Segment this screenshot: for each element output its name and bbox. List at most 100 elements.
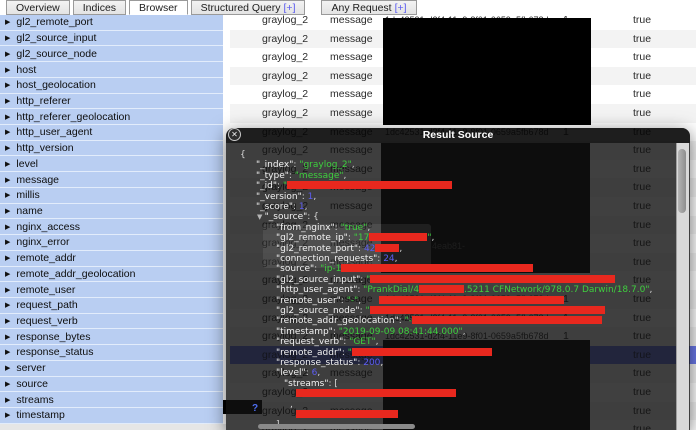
json-punct: , xyxy=(399,244,402,254)
question-mark-icon: ? xyxy=(252,403,258,414)
sidebar-field-remote_addr[interactable]: ▶ remote_addr xyxy=(0,251,223,267)
tab-label: Browser xyxy=(139,2,178,14)
sidebar-field-response_bytes[interactable]: ▶response_bytes xyxy=(0,329,223,345)
expand-triangle-icon[interactable]: ▶ xyxy=(5,238,10,246)
expand-triangle-icon[interactable]: ▶ xyxy=(5,81,10,89)
expand-triangle-icon[interactable]: ▶ xyxy=(5,317,10,325)
sidebar-field-gl2_remote_port[interactable]: ▶ gl2_remote_port xyxy=(0,15,223,31)
field-name: name xyxy=(16,205,42,217)
sidebar-field-request_path[interactable]: ▶request_path xyxy=(0,298,223,314)
sidebar-field-nginx_access[interactable]: ▶nginx_access xyxy=(0,219,223,235)
tab-label: Overview xyxy=(16,2,60,14)
cell-type: message xyxy=(330,48,373,67)
expand-triangle-icon[interactable]: ▶ xyxy=(5,348,10,356)
sidebar-field-http_referer_geolocation[interactable]: ▶http_referer_geolocation xyxy=(0,109,223,125)
json-str: "GET" xyxy=(349,337,375,347)
json-source-view: {"_index": "graylog_2","_type": "message… xyxy=(226,128,690,430)
expand-triangle-icon[interactable]: ▶ xyxy=(5,411,10,419)
sidebar-field-server[interactable]: ▶server xyxy=(0,361,223,377)
json-key: "_type" xyxy=(256,171,289,181)
sidebar-field-gl2_source_node[interactable]: ▶gl2_source_node xyxy=(0,46,223,62)
expand-triangle-icon[interactable]: ▶ xyxy=(5,144,10,152)
sidebar-field-millis[interactable]: ▶millis xyxy=(0,188,223,204)
cell-from-nginx: true xyxy=(633,48,651,67)
expand-triangle-icon[interactable]: ▶ xyxy=(5,301,10,309)
sidebar-field-http_user_agent[interactable]: ▶http_user_agent xyxy=(0,125,223,141)
close-icon[interactable]: ✕ xyxy=(228,128,241,141)
sidebar-field-http_version[interactable]: ▶http_version xyxy=(0,141,223,157)
json-key: "http_user_agent" xyxy=(276,285,357,295)
tab-overview[interactable]: Overview xyxy=(6,0,70,15)
json-key: "from_nginx" xyxy=(276,223,335,233)
json-punct: , xyxy=(463,327,466,337)
expand-triangle-icon[interactable]: ▶ xyxy=(5,364,10,372)
tab-any-request[interactable]: Any Request [+] xyxy=(321,0,416,15)
modal-vertical-scrollbar-thumb[interactable] xyxy=(678,149,686,213)
expand-triangle-icon[interactable]: ▶ xyxy=(5,270,10,278)
expand-triangle-icon[interactable]: ▶ xyxy=(5,18,10,26)
modal-horizontal-scrollbar-thumb[interactable] xyxy=(258,424,415,429)
sidebar-field-response_status[interactable]: ▶ response_status xyxy=(0,345,223,361)
sidebar-field-remote_user[interactable]: ▶ remote_user xyxy=(0,282,223,298)
tab-new-plus[interactable]: [+] xyxy=(395,2,407,14)
expand-triangle-icon[interactable]: ▶ xyxy=(5,191,10,199)
sidebar-field-source[interactable]: ▶source xyxy=(0,377,223,393)
expand-triangle-icon[interactable]: ▶ xyxy=(5,380,10,388)
expand-triangle-icon[interactable]: ▶ xyxy=(5,128,10,136)
sidebar-field-timestamp[interactable]: ▶timestamp xyxy=(0,408,223,424)
cell-index: graylog_2 xyxy=(262,30,308,49)
tab-indices[interactable]: Indices xyxy=(73,0,126,15)
json-str: "PrankDial/4 xyxy=(363,285,419,295)
expand-triangle-icon[interactable]: ▶ xyxy=(5,34,10,42)
expand-triangle-icon[interactable]: ▶ xyxy=(5,176,10,184)
expand-triangle-icon[interactable]: ▶ xyxy=(5,207,10,215)
json-punct: , xyxy=(344,171,347,181)
expand-triangle-icon[interactable]: ▶ xyxy=(5,66,10,74)
sidebar-field-streams[interactable]: ▶streams xyxy=(0,392,223,408)
json-key: "_version" xyxy=(256,192,302,202)
json-num: 42 xyxy=(364,244,375,254)
field-name: gl2_remote_port xyxy=(16,16,92,28)
tab-browser[interactable]: Browser xyxy=(129,0,188,15)
tab-new-plus[interactable]: [+] xyxy=(284,2,296,14)
expand-triangle-icon[interactable]: ▶ xyxy=(5,50,10,58)
sidebar-field-level[interactable]: ▶level xyxy=(0,156,223,172)
json-str: "message" xyxy=(295,171,344,181)
redaction-red-bar xyxy=(375,244,399,252)
field-name: response_status xyxy=(16,346,93,358)
sidebar-field-message[interactable]: ▶message xyxy=(0,172,223,188)
expand-triangle-icon[interactable]: ▶ xyxy=(5,97,10,105)
es-head-browser-page: graylog_2message1dc42531-d2f4-11e9-8f01-… xyxy=(0,0,696,430)
field-name: remote_addr xyxy=(16,252,76,264)
cell-index: graylog_2 xyxy=(262,85,308,104)
expand-triangle-icon[interactable]: ▶ xyxy=(5,286,10,294)
tab-label: Indices xyxy=(83,2,116,14)
sidebar-field-http_referer[interactable]: ▶http_referer xyxy=(0,94,223,110)
sidebar-field-name[interactable]: ▶ name xyxy=(0,204,223,220)
sidebar-field-request_verb[interactable]: ▶request_verb xyxy=(0,314,223,330)
expand-triangle-icon[interactable]: ▶ xyxy=(5,113,10,121)
field-sidebar: ▶ gl2_remote_port ▶ gl2_source_input ▶gl2_so… xyxy=(0,15,223,424)
cell-from-nginx: true xyxy=(633,104,651,123)
expand-triangle-icon[interactable]: ▶ xyxy=(5,160,10,168)
tab-structured-query[interactable]: Structured Query[+] xyxy=(191,0,306,15)
expand-triangle-icon[interactable]: ▶ xyxy=(5,223,10,231)
tab-label: Any Request xyxy=(331,2,391,14)
expand-triangle-icon[interactable]: ▶ xyxy=(5,396,10,404)
redaction-red-bar xyxy=(287,181,452,189)
sidebar-field-host[interactable]: ▶host xyxy=(0,62,223,78)
ghost-id-fragment: 4eab81- xyxy=(432,241,465,251)
field-name: remote_user xyxy=(16,284,75,296)
expand-triangle-icon[interactable]: ▶ xyxy=(5,254,10,262)
json-key: "gl2_source_node" xyxy=(276,306,360,316)
field-name: gl2_source_input xyxy=(16,32,96,44)
sidebar-field-host_geolocation[interactable]: ▶host_geolocation xyxy=(0,78,223,94)
expand-triangle-icon[interactable]: ▶ xyxy=(5,333,10,341)
sidebar-field-remote_addr_geolocation[interactable]: ▶remote_addr_geolocation xyxy=(0,267,223,283)
json-punct: , xyxy=(649,285,652,295)
json-key: "remote_addr" xyxy=(276,348,342,358)
json-str: "ip-1 xyxy=(320,264,341,274)
collapse-arrow-icon[interactable]: ▼ xyxy=(257,213,265,221)
sidebar-field-gl2_source_input[interactable]: ▶ gl2_source_input xyxy=(0,31,223,47)
sidebar-field-nginx_error[interactable]: ▶nginx_error xyxy=(0,235,223,251)
